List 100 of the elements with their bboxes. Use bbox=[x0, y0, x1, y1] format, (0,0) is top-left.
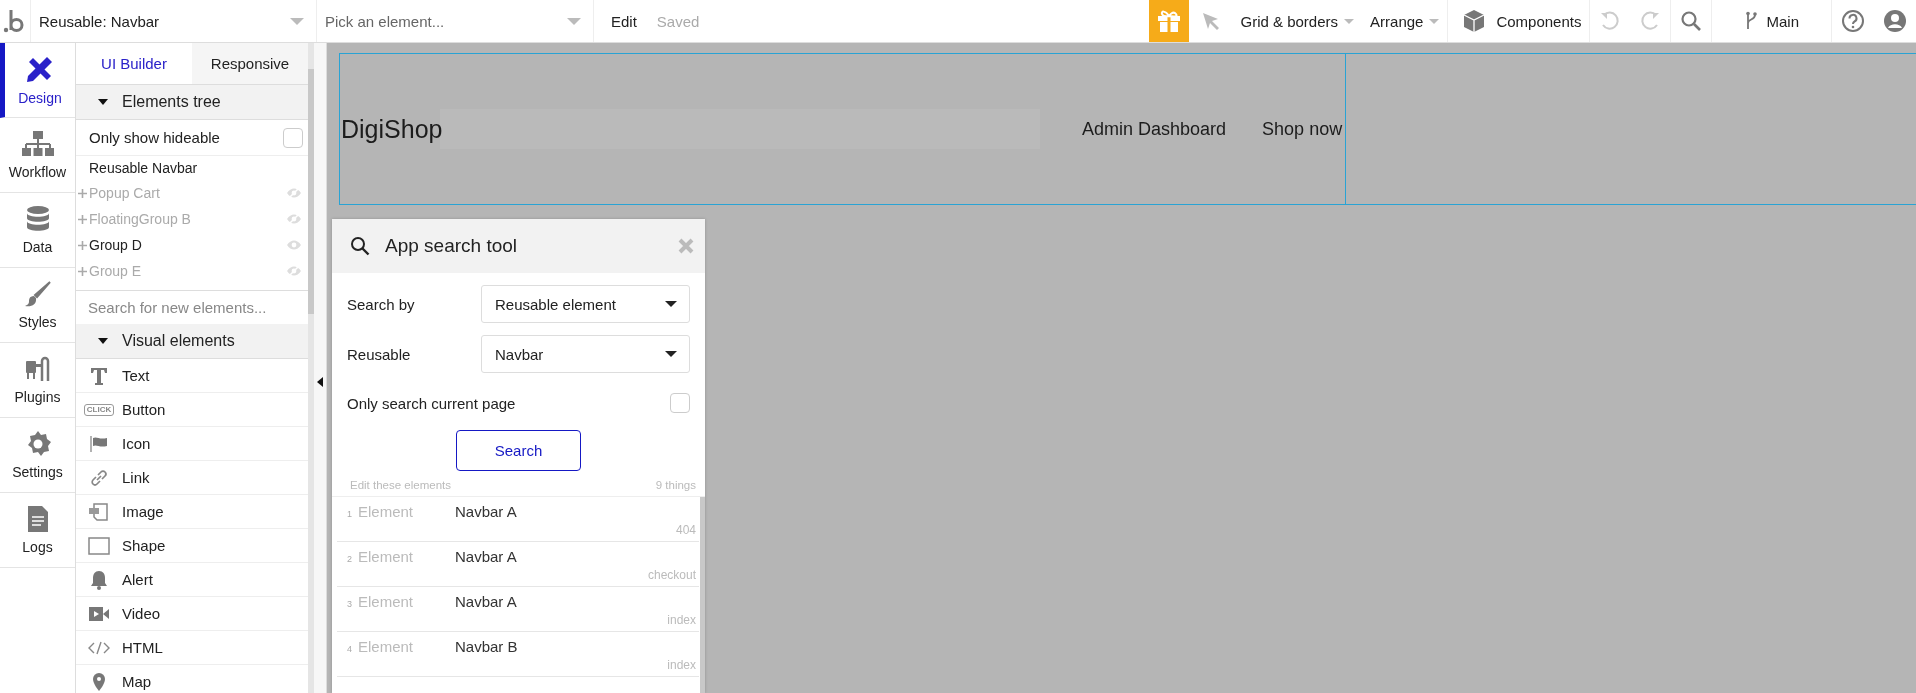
code-icon bbox=[88, 639, 110, 656]
panel-title: App search tool bbox=[385, 235, 519, 257]
paintbrush-icon bbox=[23, 280, 52, 308]
element-name: Navbar A bbox=[455, 503, 517, 520]
element-type-item[interactable]: Button bbox=[122, 401, 166, 418]
row-number: 3 bbox=[346, 599, 352, 609]
rail-tab[interactable]: Styles bbox=[0, 268, 75, 343]
element-type-item[interactable]: Text bbox=[122, 367, 150, 384]
element-type-item[interactable]: Link bbox=[122, 469, 150, 486]
save-status: Saved bbox=[656, 12, 700, 30]
image-icon bbox=[88, 501, 110, 522]
result-row[interactable]: 1 Element Navbar A 404 bbox=[337, 497, 699, 542]
element-type-item[interactable]: Map bbox=[122, 673, 152, 690]
pointer-icon[interactable] bbox=[1200, 11, 1221, 31]
element-type: Element bbox=[357, 638, 415, 655]
row-number: 1 bbox=[346, 509, 352, 519]
plus-icon[interactable] bbox=[78, 188, 87, 198]
database-icon bbox=[25, 205, 50, 233]
branch-button[interactable]: Main bbox=[1744, 11, 1799, 31]
redo-icon[interactable] bbox=[1639, 10, 1662, 32]
checkbox[interactable] bbox=[670, 393, 690, 413]
video-camera-icon bbox=[88, 605, 110, 622]
plus-icon[interactable] bbox=[78, 214, 87, 224]
rail-tab[interactable]: Logs bbox=[0, 493, 75, 568]
page-name: index bbox=[666, 658, 697, 672]
arrange-menu[interactable]: Arrange bbox=[1370, 12, 1440, 30]
eye-icon[interactable] bbox=[286, 213, 302, 225]
page-name: checkout bbox=[646, 568, 697, 582]
rail-tab[interactable]: Settings bbox=[0, 418, 75, 493]
search-button[interactable]: Search bbox=[456, 430, 581, 471]
results-count: 9 things bbox=[655, 479, 696, 493]
search-icon bbox=[350, 236, 370, 256]
close-icon[interactable] bbox=[677, 237, 695, 255]
result-row[interactable]: 2 Element Navbar A checkout bbox=[337, 542, 699, 587]
account-icon[interactable] bbox=[1883, 9, 1907, 33]
row-number: 4 bbox=[346, 644, 352, 654]
eye-icon[interactable] bbox=[286, 239, 302, 251]
gift-button[interactable] bbox=[1148, 0, 1189, 42]
panel-tab[interactable]: Responsive bbox=[192, 43, 308, 84]
eye-icon[interactable] bbox=[286, 265, 302, 277]
plus-icon[interactable] bbox=[78, 240, 87, 250]
rail-tab[interactable]: Plugins bbox=[0, 343, 75, 418]
rail-tab[interactable]: Workflow bbox=[0, 118, 75, 193]
rail-tab[interactable]: Data bbox=[0, 193, 75, 268]
document-icon bbox=[26, 505, 49, 533]
plug-icon bbox=[23, 355, 52, 383]
navbar-element[interactable]: DigiShop Admin Dashboard Shop now bbox=[339, 53, 1916, 205]
page-name: 404 bbox=[674, 523, 697, 537]
checkbox-label: Only show hideable bbox=[89, 129, 220, 146]
element-name: Navbar A bbox=[455, 593, 517, 610]
hierarchy-icon bbox=[20, 130, 55, 158]
page-name: index bbox=[666, 613, 697, 627]
tree-item[interactable]: Reusable Navbar bbox=[76, 156, 308, 180]
row-number: 2 bbox=[346, 554, 352, 564]
element-type-item[interactable]: Alert bbox=[122, 571, 153, 588]
undo-icon[interactable] bbox=[1599, 10, 1622, 32]
checkbox-label: Only search current page bbox=[347, 394, 516, 412]
link-icon bbox=[89, 467, 109, 488]
ruler-pencil-icon bbox=[25, 54, 55, 84]
search-by-dropdown[interactable]: Reusable element bbox=[481, 285, 690, 323]
nav-link[interactable]: Shop now bbox=[1262, 118, 1343, 140]
eye-icon[interactable] bbox=[286, 187, 302, 199]
edit-link[interactable]: Edit bbox=[611, 12, 637, 30]
element-name: Navbar B bbox=[455, 638, 518, 655]
element-type: Element bbox=[357, 548, 415, 565]
element-type-item[interactable]: Video bbox=[122, 605, 161, 622]
field-label: Search by bbox=[347, 295, 415, 313]
nav-link[interactable]: Admin Dashboard bbox=[1082, 118, 1227, 140]
element-dropdown[interactable]: Pick an element... bbox=[317, 0, 594, 42]
flag-icon bbox=[89, 434, 109, 453]
button-icon: CLICK bbox=[83, 403, 115, 416]
results-label: Edit these elements bbox=[350, 479, 451, 493]
branch-icon bbox=[1744, 11, 1759, 31]
element-type-item[interactable]: Image bbox=[122, 503, 164, 520]
element-type: Element bbox=[357, 503, 415, 520]
section-header[interactable]: Elements tree bbox=[76, 85, 308, 120]
rectangle-icon bbox=[88, 536, 110, 555]
field-label: Reusable bbox=[347, 345, 411, 363]
element-type-item[interactable]: Icon bbox=[122, 435, 151, 452]
grid-borders-menu[interactable]: Grid & borders bbox=[1240, 12, 1355, 30]
plus-icon[interactable] bbox=[78, 266, 87, 276]
tree-item[interactable]: Group D bbox=[89, 237, 286, 253]
section-header[interactable]: Visual elements bbox=[76, 324, 308, 359]
checkbox[interactable] bbox=[283, 127, 303, 148]
letter-t-icon bbox=[89, 365, 109, 386]
result-row[interactable]: 3 Element Navbar A index bbox=[337, 587, 699, 632]
brand-text: DigiShop bbox=[340, 114, 443, 144]
element-type-item[interactable]: Shape bbox=[122, 537, 166, 554]
reusable-dropdown[interactable]: Reusable: Navbar bbox=[31, 0, 317, 42]
bell-icon bbox=[90, 569, 108, 590]
components-button[interactable]: Components bbox=[1462, 9, 1582, 33]
result-row[interactable]: 4 Element Navbar B index bbox=[337, 632, 699, 677]
reusable-dropdown[interactable]: Navbar bbox=[481, 335, 690, 373]
cube-icon bbox=[1462, 9, 1487, 33]
element-type: Element bbox=[357, 593, 415, 610]
search-icon[interactable] bbox=[1680, 10, 1703, 32]
element-type-item[interactable]: HTML bbox=[122, 639, 163, 656]
element-name: Navbar A bbox=[455, 548, 517, 565]
gift-icon bbox=[1155, 9, 1182, 33]
help-icon[interactable] bbox=[1841, 9, 1865, 33]
